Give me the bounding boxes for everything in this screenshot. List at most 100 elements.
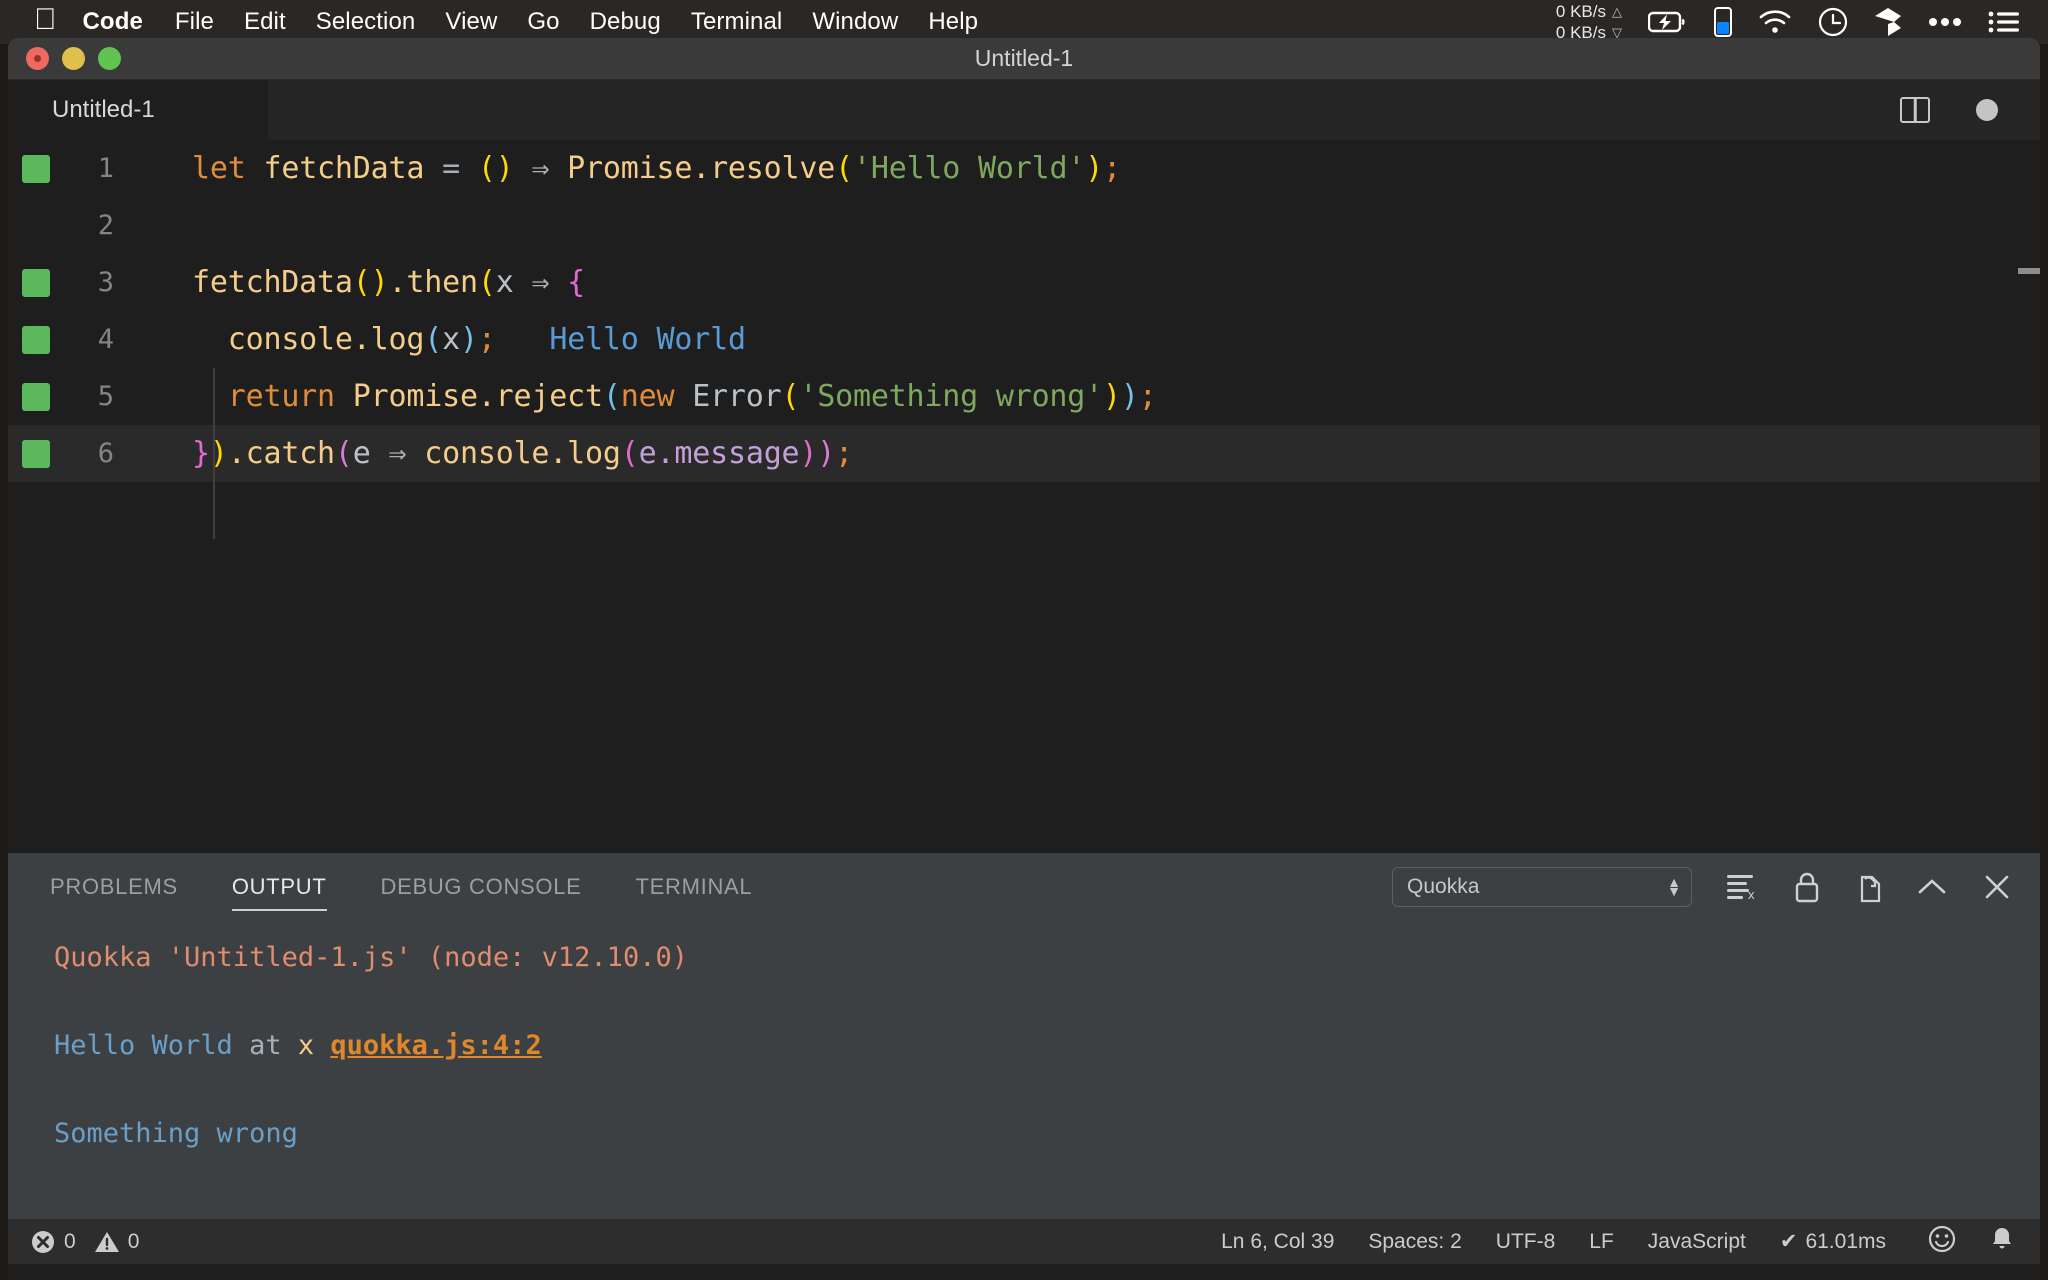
token-paren-close: ) <box>1121 379 1139 414</box>
output-error-message: Something wrong <box>54 1118 298 1149</box>
quokka-gutter-marker <box>22 383 50 411</box>
code-editor[interactable]: 1 let fetchData = () ⇒ Promise.resolve('… <box>8 140 2040 853</box>
minimize-window-button[interactable] <box>62 47 85 70</box>
editor-tab-bar: Untitled-1 <box>8 80 2040 140</box>
token-keyword-new: new <box>621 379 675 414</box>
code-line-text: return Promise.reject(new Error('Somethi… <box>128 379 1157 414</box>
control-center-icon[interactable] <box>1988 10 2020 34</box>
network-upload-speed: 0 KB/s <box>1556 1 1606 22</box>
line-number: 1 <box>50 153 128 184</box>
phone-battery-icon[interactable] <box>1714 7 1732 37</box>
dropbox-icon[interactable] <box>1874 7 1902 37</box>
code-line-text: console.log(x); Hello World <box>128 322 746 357</box>
token-paren-open: ( <box>478 151 496 186</box>
panel-tab-debug-console[interactable]: DEBUG CONSOLE <box>381 853 582 921</box>
token-paren-open-2: ( <box>835 151 853 186</box>
network-speed-indicator[interactable]: 0 KB/s 0 KB/s △ ▽ <box>1556 1 1622 43</box>
panel-tab-terminal[interactable]: TERMINAL <box>636 853 753 921</box>
menu-item-terminal[interactable]: Terminal <box>691 8 783 36</box>
close-panel-icon[interactable] <box>1982 872 2012 902</box>
apple-menu-icon[interactable]:  <box>34 5 57 35</box>
quokka-status[interactable]: ✔ 61.01ms <box>1780 1229 1886 1254</box>
code-line-6[interactable]: 6 }).catch(e ⇒ console.log(e.message)); <box>8 425 2040 482</box>
battery-charging-icon[interactable] <box>1648 10 1688 34</box>
menu-item-code[interactable]: Code <box>83 8 143 36</box>
menu-item-window[interactable]: Window <box>812 8 898 36</box>
token-method-log: log <box>567 436 621 471</box>
token-space <box>246 151 264 186</box>
error-count-item[interactable]: 0 <box>30 1229 76 1255</box>
error-icon <box>30 1229 56 1255</box>
menu-item-go[interactable]: Go <box>527 8 559 36</box>
language-mode[interactable]: JavaScript <box>1648 1230 1746 1254</box>
warning-count-item[interactable]: 0 <box>94 1229 140 1255</box>
window-controls <box>26 47 121 70</box>
bottom-panel: PROBLEMS OUTPUT DEBUG CONSOLE TERMINAL Q… <box>8 853 2040 1219</box>
code-line-1[interactable]: 1 let fetchData = () ⇒ Promise.resolve('… <box>8 140 2040 197</box>
select-stepper-icon[interactable]: ▲ ▼ <box>1667 878 1681 896</box>
output-header-text: Quokka 'Untitled-1.js' (node: v12.10.0) <box>54 942 688 973</box>
token-keyword-return: return <box>228 379 335 414</box>
token-promise-reject: Promise.reject <box>353 379 603 414</box>
feedback-smiley-icon[interactable] <box>1928 1225 1956 1259</box>
token-equals: = <box>424 151 478 186</box>
output-channel-select[interactable]: Quokka ▲ ▼ <box>1392 867 1692 907</box>
line-number: 5 <box>50 381 128 412</box>
token-brace-open: { <box>567 265 585 300</box>
token-paren-close: ) <box>371 265 389 300</box>
output-source-link[interactable]: quokka.js:4:2 <box>330 1030 541 1061</box>
token-paren-open-2: ( <box>621 436 639 471</box>
close-window-button[interactable] <box>26 47 49 70</box>
menu-item-help[interactable]: Help <box>928 8 978 36</box>
ellipsis-icon[interactable] <box>1928 17 1962 27</box>
split-editor-icon[interactable] <box>1900 97 1930 123</box>
menu-item-selection[interactable]: Selection <box>316 8 416 36</box>
notifications-bell-icon[interactable] <box>1990 1225 2014 1259</box>
code-line-3[interactable]: 3 fetchData().then(x ⇒ { <box>8 254 2040 311</box>
token-paren-open-2: ( <box>782 379 800 414</box>
output-panel-content[interactable]: Quokka 'Untitled-1.js' (node: v12.10.0) … <box>8 921 2040 1219</box>
collapse-panel-icon[interactable] <box>1916 875 1948 899</box>
clear-output-icon[interactable]: x <box>1726 873 1760 901</box>
warning-icon <box>94 1229 120 1255</box>
panel-tab-problems[interactable]: PROBLEMS <box>50 853 178 921</box>
token-identifier-fetchdata: fetchData <box>192 265 353 300</box>
token-gap <box>496 322 550 357</box>
code-line-2[interactable]: 2 <box>8 197 2040 254</box>
panel-tab-output[interactable]: OUTPUT <box>232 853 327 921</box>
token-paren-open-2: ( <box>478 265 496 300</box>
menu-item-edit[interactable]: Edit <box>244 8 286 36</box>
error-count: 0 <box>64 1230 76 1254</box>
cursor-position[interactable]: Ln 6, Col 39 <box>1221 1230 1334 1254</box>
token-arrow: ⇒ <box>514 151 568 186</box>
wifi-icon[interactable] <box>1758 9 1792 35</box>
editor-tab-untitled-1[interactable]: Untitled-1 <box>8 80 268 140</box>
lock-scroll-icon[interactable] <box>1794 871 1820 903</box>
indentation-setting[interactable]: Spaces: 2 <box>1368 1230 1461 1254</box>
token-paren-close-2: ) <box>1085 151 1103 186</box>
output-line-header: Quokka 'Untitled-1.js' (node: v12.10.0) <box>54 929 2040 985</box>
output-variable-x: x <box>298 1030 314 1061</box>
token-object-console: console <box>424 436 549 471</box>
menu-item-debug[interactable]: Debug <box>590 8 661 36</box>
token-paren-close-3: ) <box>817 436 835 471</box>
open-in-editor-icon[interactable] <box>1854 871 1882 903</box>
token-brace-close: } <box>192 436 210 471</box>
unsaved-changes-dot-icon[interactable] <box>1976 99 1998 121</box>
status-bar-left: 0 0 <box>30 1229 147 1255</box>
token-param-e: e <box>353 436 371 471</box>
editor-scrollbar-marker[interactable] <box>2018 268 2040 274</box>
menu-item-file[interactable]: File <box>175 8 214 36</box>
code-line-5[interactable]: 5 return Promise.reject(new Error('Somet… <box>8 368 2040 425</box>
token-method-log: log <box>371 322 425 357</box>
code-line-4[interactable]: 4 console.log(x); Hello World <box>8 311 2040 368</box>
quokka-inline-value: Hello World <box>549 322 745 357</box>
menu-item-view[interactable]: View <box>445 8 497 36</box>
warning-count: 0 <box>128 1230 140 1254</box>
clock-icon[interactable] <box>1818 7 1848 37</box>
token-space-2 <box>674 379 692 414</box>
maximize-window-button[interactable] <box>98 47 121 70</box>
quokka-check-icon: ✔ <box>1780 1229 1798 1254</box>
eol-setting[interactable]: LF <box>1589 1230 1614 1254</box>
encoding-setting[interactable]: UTF-8 <box>1496 1230 1556 1254</box>
